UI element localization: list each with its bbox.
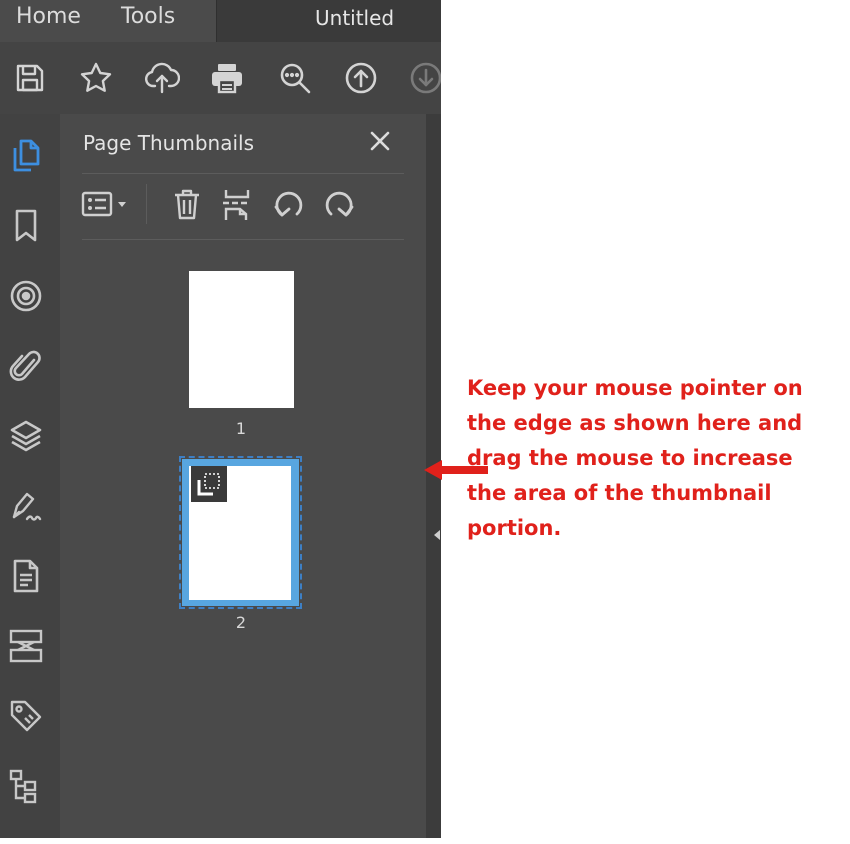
tab-tools[interactable]: Tools — [121, 4, 175, 29]
cloud-upload-icon — [144, 62, 180, 94]
page-up-icon — [345, 62, 377, 94]
zoom-icon — [280, 63, 311, 94]
delete-page-button[interactable] — [167, 184, 207, 224]
close-panel-button[interactable] — [365, 126, 395, 156]
extract-pages-button[interactable] — [217, 184, 257, 224]
zoom-button[interactable] — [275, 58, 315, 98]
structure-icon — [9, 769, 37, 804]
app-window: Home Tools Untitled Page Thumbnails 1 2 — [0, 0, 441, 838]
thumbnail-options-button[interactable] — [80, 184, 132, 224]
next-page-button[interactable] — [406, 58, 441, 98]
page-number-label: 2 — [235, 613, 247, 632]
print-button[interactable] — [207, 58, 247, 98]
attachment-icon — [9, 350, 41, 381]
upload-button[interactable] — [142, 58, 182, 98]
toolbar-separator — [146, 184, 147, 224]
delete-icon — [175, 189, 199, 220]
top-bar: Home Tools Untitled — [0, 0, 441, 42]
collapse-arrow-icon — [434, 530, 440, 540]
document-title[interactable]: Untitled — [315, 6, 394, 30]
rotate-right-button[interactable] — [319, 184, 359, 224]
navigation-rail — [0, 114, 61, 838]
rail-item-signatures[interactable] — [6, 486, 46, 526]
page-thumbnail[interactable] — [189, 271, 294, 408]
previous-page-button[interactable] — [341, 58, 381, 98]
print-icon — [212, 64, 242, 94]
rail-item-destinations[interactable] — [6, 276, 46, 316]
layers-icon — [10, 420, 42, 452]
rail-item-tags[interactable] — [6, 696, 46, 736]
rail-item-order[interactable] — [6, 766, 46, 806]
rotate-left-button[interactable] — [269, 184, 309, 224]
rail-item-page-thumbnails[interactable] — [6, 136, 46, 176]
document-icon — [13, 559, 39, 593]
tab-home[interactable]: Home — [16, 4, 81, 29]
signature-icon — [12, 492, 42, 521]
panel-title: Page Thumbnails — [83, 131, 254, 155]
rail-item-content[interactable] — [6, 556, 46, 596]
close-icon — [370, 131, 390, 151]
save-button[interactable] — [10, 58, 50, 98]
star-icon — [80, 62, 112, 92]
page-options-badge[interactable] — [191, 466, 227, 502]
save-icon — [16, 64, 44, 92]
crop-icon — [197, 473, 220, 496]
extract-icon — [223, 190, 250, 220]
page-number-label: 1 — [235, 419, 247, 438]
panel-divider-top — [82, 173, 404, 174]
rail-item-bookmarks[interactable] — [6, 206, 46, 246]
annotation-text: Keep your mouse pointer on the edge as s… — [467, 376, 803, 540]
compare-icon — [9, 629, 43, 663]
options-dropdown-icon — [81, 191, 126, 217]
rail-item-compare[interactable] — [6, 626, 46, 666]
bookmark-star-button[interactable] — [76, 58, 116, 98]
target-icon — [10, 280, 42, 312]
tab-bar: Home Tools — [0, 0, 217, 42]
page-thumbnails-icon — [13, 139, 40, 172]
page-down-icon — [410, 62, 441, 94]
main-toolbar — [0, 42, 441, 115]
rail-item-attachments[interactable] — [6, 346, 46, 386]
bookmark-icon — [15, 209, 37, 242]
tag-icon — [10, 700, 42, 732]
rotate-right-icon — [325, 191, 354, 217]
rotate-left-icon — [274, 191, 303, 217]
panel-divider-bottom — [82, 239, 404, 240]
rail-item-layers[interactable] — [6, 416, 46, 456]
